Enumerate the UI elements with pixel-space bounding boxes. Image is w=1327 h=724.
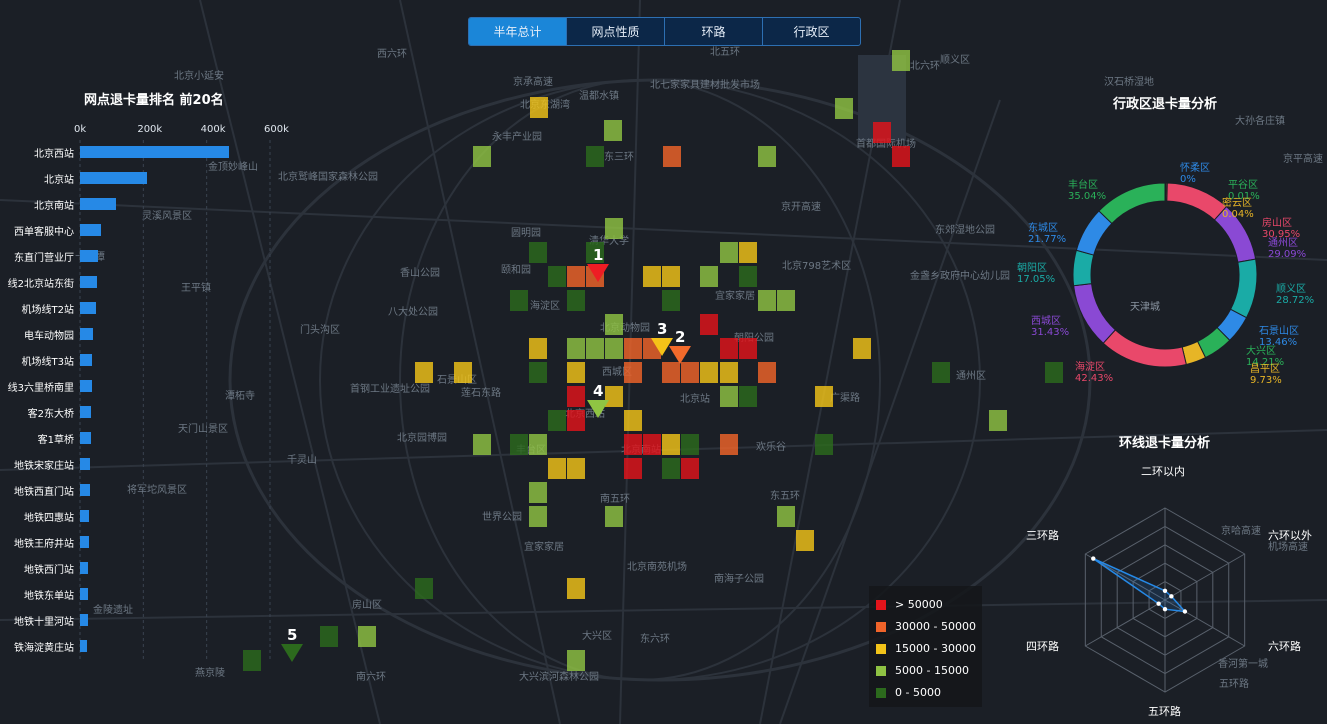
- location-marker-icon[interactable]: [587, 400, 609, 418]
- donut-slice-label: 密云区 0.04%: [1222, 198, 1254, 220]
- slice-name: 东城区: [1028, 223, 1058, 234]
- slice-name: 西城区: [1031, 316, 1061, 327]
- legend-swatch: [876, 643, 886, 654]
- legend-swatch: [876, 687, 886, 698]
- slice-percent: 29.09%: [1268, 249, 1307, 260]
- donut-slice[interactable]: [1229, 258, 1258, 319]
- radar-axis-line: [1085, 599, 1166, 647]
- legend-item[interactable]: 30000 - 50000: [876, 620, 976, 633]
- donut-slice-label: 丰台区 35.04%: [1068, 180, 1106, 202]
- slice-name: 丰台区: [1068, 180, 1098, 191]
- legend-item[interactable]: 0 - 5000: [876, 686, 941, 699]
- legend-item[interactable]: 15000 - 30000: [876, 642, 976, 655]
- donut-slice-label: 顺义区 28.72%: [1276, 284, 1314, 306]
- legend-swatch: [876, 665, 886, 676]
- legend-swatch: [876, 599, 886, 610]
- ring-radar-chart: [1084, 507, 1246, 693]
- donut-slice[interactable]: [1073, 283, 1117, 344]
- donut-slice[interactable]: [1102, 329, 1187, 368]
- slice-name: 顺义区: [1276, 284, 1306, 295]
- donut-slice-label: 怀柔区 0%: [1180, 163, 1210, 185]
- slice-percent: 31.43%: [1031, 327, 1070, 338]
- donut-slice[interactable]: [1098, 182, 1166, 225]
- legend-label: 30000 - 50000: [895, 620, 976, 633]
- legend-label: 5000 - 15000: [895, 664, 969, 677]
- donut-slice-label: 石景山区 13.46%: [1259, 326, 1299, 348]
- radar-axis-label: 五环路: [1148, 705, 1181, 718]
- slice-name: 海淀区: [1075, 362, 1105, 373]
- donut-slice-label: 西城区 31.43%: [1031, 316, 1069, 338]
- donut-slice-label: 东城区 21.77%: [1028, 223, 1066, 245]
- slice-name: 平谷区: [1228, 180, 1258, 191]
- slice-percent: 42.43%: [1075, 373, 1114, 384]
- donut-slice[interactable]: [1072, 249, 1095, 287]
- district-panel-title: 行政区退卡量分析: [1113, 97, 1218, 112]
- radar-point[interactable]: [1156, 601, 1161, 606]
- radar-axis-label: 二环以内: [1141, 465, 1185, 478]
- slice-name: 石景山区: [1259, 326, 1299, 337]
- radar-point[interactable]: [1162, 588, 1168, 593]
- donut-slice-label: 通州区 29.09%: [1268, 238, 1306, 260]
- marker-number: 4: [593, 382, 603, 400]
- slice-percent: 0.04%: [1222, 209, 1254, 220]
- donut-slice-label: 朝阳区 17.05%: [1017, 263, 1055, 285]
- slice-name: 密云区: [1222, 198, 1252, 209]
- radar-axis-line: [1164, 553, 1245, 601]
- marker-number: 3: [657, 320, 667, 338]
- radar-point[interactable]: [1162, 607, 1168, 612]
- ring-panel-title: 环线退卡量分析: [1119, 436, 1211, 451]
- donut-slice-label: 昌平区 9.73%: [1250, 364, 1282, 386]
- marker-number: 2: [675, 328, 685, 346]
- slice-percent: 35.04%: [1068, 191, 1107, 202]
- slice-percent: 21.77%: [1028, 234, 1067, 245]
- radar-point[interactable]: [1091, 556, 1096, 561]
- slice-name: 朝阳区: [1017, 263, 1047, 274]
- slice-name: 大兴区: [1246, 346, 1276, 357]
- slice-name: 房山区: [1262, 218, 1292, 229]
- radar-axis-label: 三环路: [1026, 529, 1059, 542]
- marker-number: 5: [287, 626, 297, 644]
- heat-legend: > 50000 30000 - 50000 15000 - 30000 5000…: [869, 586, 982, 707]
- slice-name: 昌平区: [1250, 364, 1280, 375]
- location-marker-icon[interactable]: [281, 644, 303, 662]
- legend-item[interactable]: 5000 - 15000: [876, 664, 969, 677]
- radar-point[interactable]: [1169, 594, 1174, 599]
- slice-name: 怀柔区: [1180, 163, 1210, 174]
- legend-item[interactable]: > 50000: [876, 598, 943, 611]
- location-marker-icon[interactable]: [587, 264, 609, 282]
- slice-percent: 0%: [1180, 174, 1196, 185]
- donut-center-label: 天津城: [1130, 302, 1160, 313]
- location-marker-icon[interactable]: [669, 346, 691, 364]
- donut-slice-label: 海淀区 42.43%: [1075, 362, 1113, 384]
- slice-percent: 17.05%: [1017, 274, 1056, 285]
- radar-point[interactable]: [1182, 609, 1188, 614]
- donut-slice[interactable]: [1166, 182, 1228, 221]
- legend-swatch: [876, 621, 886, 632]
- radar-axis-label: 四环路: [1026, 640, 1059, 653]
- donut-slice-label: 房山区 30.95%: [1262, 218, 1300, 240]
- slice-percent: 9.73%: [1250, 375, 1282, 386]
- legend-label: 0 - 5000: [895, 686, 941, 699]
- radar-axis-label: 六环以外: [1268, 529, 1312, 542]
- radar-axis-label: 六环路: [1268, 640, 1301, 653]
- marker-number: 1: [593, 246, 603, 264]
- slice-percent: 28.72%: [1276, 295, 1315, 306]
- legend-label: > 50000: [895, 598, 943, 611]
- slice-name: 通州区: [1268, 238, 1298, 249]
- legend-label: 15000 - 30000: [895, 642, 976, 655]
